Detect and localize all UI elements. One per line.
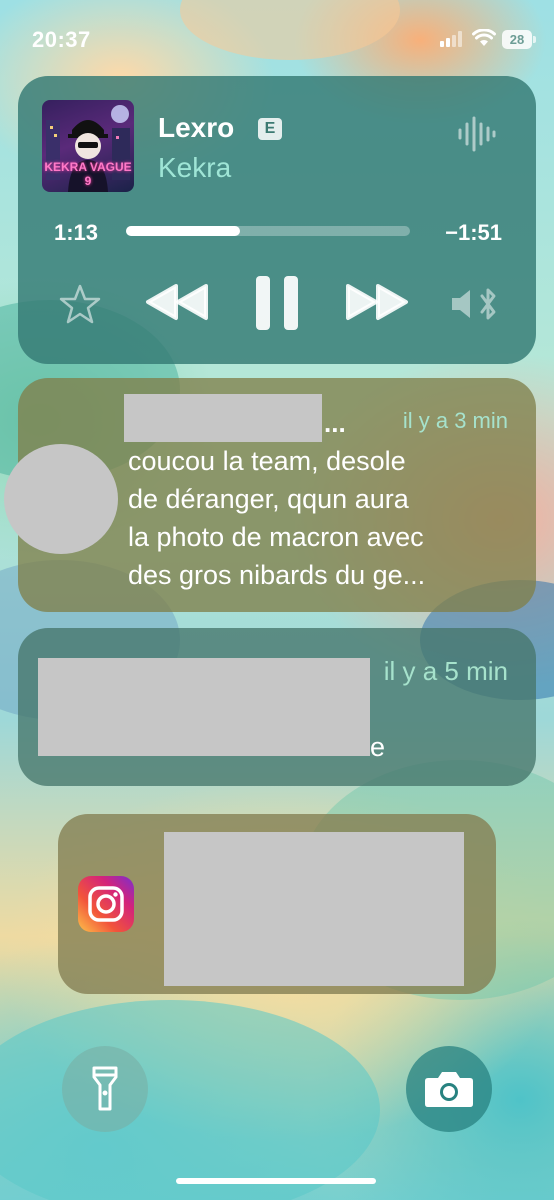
redacted-sender-name bbox=[124, 394, 322, 442]
notification-body: coucou la team, desole de déranger, qqun… bbox=[128, 442, 425, 594]
signal-icon bbox=[440, 31, 462, 47]
camera-icon bbox=[425, 1072, 473, 1107]
notification-body-line: coucou la team, desole bbox=[128, 446, 406, 476]
redacted-avatar bbox=[4, 444, 118, 554]
wallpaper-wave bbox=[0, 1000, 380, 1200]
notification-body-fragment: e bbox=[370, 732, 386, 762]
explicit-badge: E bbox=[258, 118, 282, 140]
waveform-icon bbox=[458, 116, 496, 152]
remaining-time: −1:51 bbox=[445, 220, 502, 245]
album-art-caption: KEKRA VAGUE 9 bbox=[44, 160, 132, 188]
truncation-ellipsis: ... bbox=[324, 408, 346, 438]
album-art[interactable]: KEKRA VAGUE 9 bbox=[42, 100, 134, 192]
notification-time: il y a 5 min bbox=[383, 656, 508, 686]
progress-bar[interactable] bbox=[126, 226, 410, 236]
track-title: Lexro bbox=[158, 112, 235, 143]
status-bar: 20:37 28 bbox=[0, 0, 554, 80]
camera-button[interactable] bbox=[406, 1046, 492, 1132]
rewind-icon[interactable] bbox=[144, 282, 210, 322]
star-icon[interactable] bbox=[58, 282, 102, 326]
wifi-icon bbox=[472, 29, 496, 46]
notification-body-line: des gros nibards du ge... bbox=[128, 560, 426, 590]
pause-icon[interactable] bbox=[254, 274, 300, 332]
instagram-icon bbox=[78, 876, 134, 932]
now-playing-widget[interactable]: KEKRA VAGUE 9 Lexro E Kekra 1:13 −1:51 bbox=[18, 76, 536, 364]
flashlight-icon bbox=[92, 1066, 118, 1111]
redacted-notification-content bbox=[38, 658, 370, 756]
flashlight-button[interactable] bbox=[62, 1046, 148, 1132]
redacted-notification-content bbox=[164, 832, 464, 986]
notification-time: il y a 3 min bbox=[402, 408, 508, 433]
home-indicator[interactable] bbox=[176, 1178, 376, 1184]
status-time: 20:37 bbox=[32, 27, 91, 52]
battery-indicator: 28 bbox=[502, 30, 536, 49]
notification-body-line: la photo de macron avec bbox=[128, 522, 424, 552]
progress-fill bbox=[126, 226, 240, 236]
artist-name[interactable]: Kekra bbox=[158, 152, 231, 184]
fast-forward-icon[interactable] bbox=[344, 282, 410, 322]
audio-output-icon[interactable] bbox=[448, 284, 504, 324]
notification-body-line: de déranger, qqun aura bbox=[128, 484, 409, 514]
elapsed-time: 1:13 bbox=[54, 220, 99, 245]
